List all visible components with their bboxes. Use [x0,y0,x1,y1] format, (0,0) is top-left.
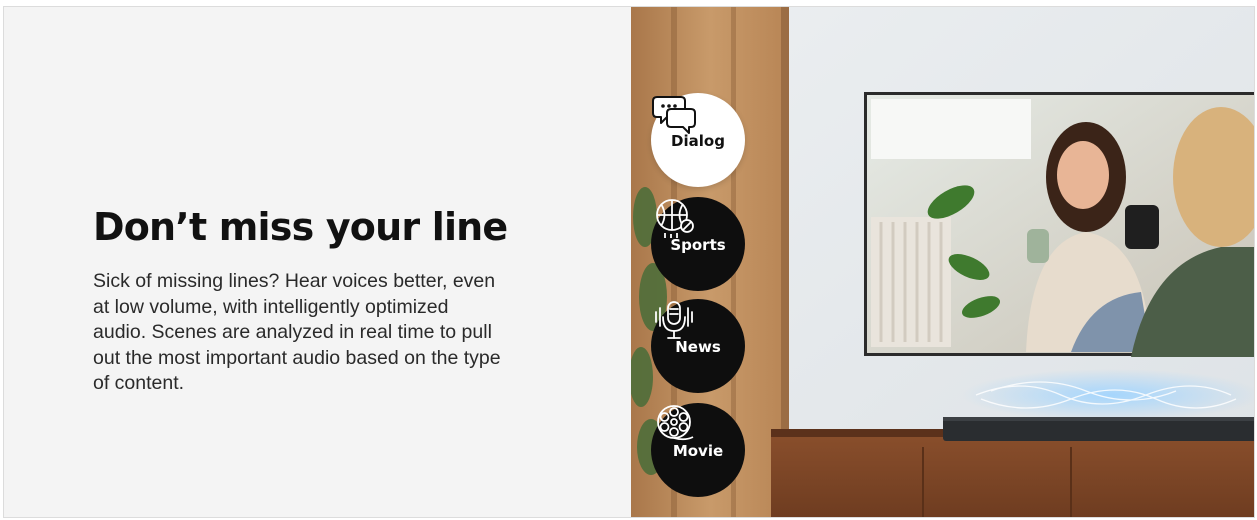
sound-mode-news[interactable]: News [651,299,745,393]
feature-description: Sick of missing lines? Hear voices bette… [93,270,501,394]
living-room-photo: Dialog Sports News Movie [631,7,1254,517]
basketball-icon [656,199,694,238]
sound-mode-movie[interactable]: Movie [651,403,745,497]
sound-mode-dialog[interactable]: Dialog [651,93,745,187]
sound-mode-sports[interactable]: Sports [651,197,745,291]
dialog-bubbles-icon [652,96,696,134]
film-reel-icon [657,405,694,441]
feature-banner: Don’t miss your line Sick of missing lin… [3,6,1255,518]
feature-text-panel: Don’t miss your line Sick of missing lin… [4,7,631,517]
feature-headline: Don’t miss your line [93,205,508,249]
microphone-icon [655,301,693,339]
